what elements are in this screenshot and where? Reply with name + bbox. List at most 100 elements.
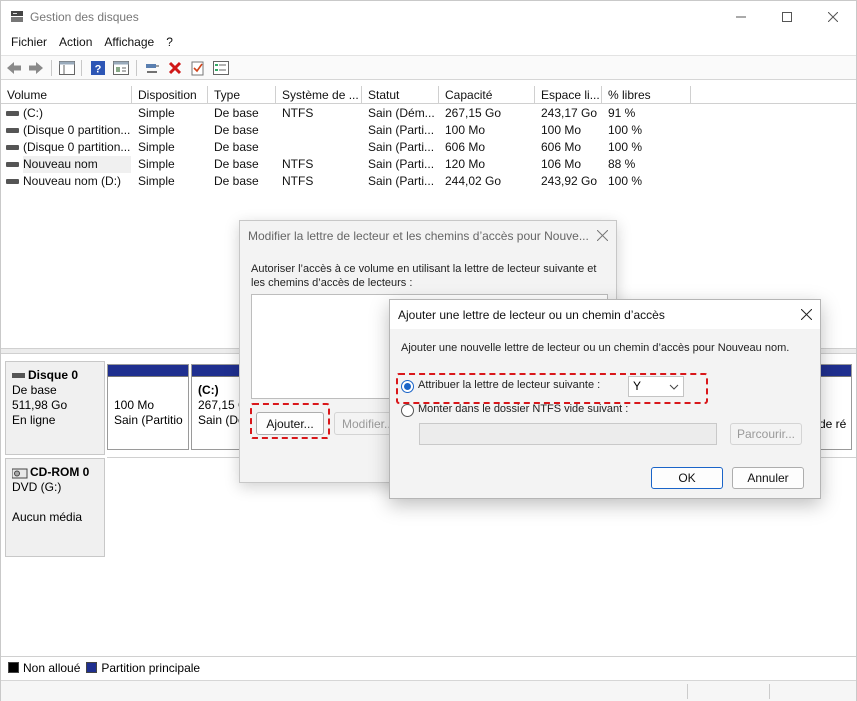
close-icon — [828, 11, 838, 22]
check-icon — [191, 61, 204, 76]
status-divider — [687, 684, 688, 699]
menu-affichage[interactable]: Affichage — [98, 32, 160, 54]
cell-free-space: 100 Mo — [541, 123, 582, 137]
cell-status: Sain (Parti... — [368, 174, 435, 188]
close-button[interactable] — [810, 1, 856, 32]
dialog-title: Ajouter une lettre de lecteur ou un chem… — [398, 308, 665, 322]
cell-free-space: 243,17 Go — [541, 106, 598, 120]
col-volume[interactable]: Volume — [1, 86, 132, 104]
legend-swatch-primary — [86, 662, 98, 673]
add-drive-letter-dialog: Ajouter une lettre de lecteur ou un chem… — [389, 299, 821, 499]
dialog-close-button[interactable] — [596, 226, 609, 245]
legend-primary: Partition principale — [101, 660, 201, 675]
disk-0-label[interactable]: Disque 0 De base 511,98 Go En ligne — [5, 361, 105, 455]
status-divider — [769, 684, 770, 699]
cell-percent-free: 100 % — [608, 174, 643, 188]
table-row[interactable]: Nouveau nom (D:) Simple De base NTFS Sai… — [1, 173, 691, 190]
col-free-space[interactable]: Espace li... — [535, 86, 602, 104]
cell-type: De base — [214, 157, 259, 171]
help-button[interactable]: ? — [89, 59, 107, 77]
minimize-button[interactable] — [718, 1, 764, 32]
table-row[interactable]: (C:) Simple De base NTFS Sain (Dém... 26… — [1, 105, 691, 122]
col-filesystem[interactable]: Système de ... — [276, 86, 362, 104]
mount-folder-radio[interactable] — [401, 404, 414, 417]
dialog-description: Ajouter une nouvelle lettre de lecteur o… — [401, 342, 790, 354]
cell-disposition: Simple — [138, 106, 175, 120]
drive-icon — [6, 111, 19, 116]
menu-help[interactable]: ? — [160, 32, 179, 54]
dialog-description: Autoriser l’accès à ce volume en utilisa… — [251, 263, 597, 289]
menu-fichier[interactable]: Fichier — [5, 32, 53, 54]
disk-0-size: 511,98 Go — [12, 398, 68, 412]
table-row[interactable]: (Disque 0 partition... Simple De base Sa… — [1, 122, 691, 139]
cell-status: Sain (Dém... — [368, 106, 435, 120]
drive-icon — [6, 128, 19, 133]
col-percent-free[interactable]: % libres — [602, 86, 691, 104]
dialog-close-button[interactable] — [800, 305, 813, 324]
console-tree-icon — [59, 61, 75, 75]
cell-type: De base — [214, 123, 259, 137]
cell-volume: Nouveau nom — [23, 156, 131, 173]
table-row[interactable]: (Disque 0 partition... Simple De base Sa… — [1, 139, 691, 156]
connect-button[interactable] — [143, 59, 161, 77]
cell-volume: (Disque 0 partition... — [23, 140, 131, 154]
delete-button[interactable] — [166, 59, 184, 77]
cell-filesystem: NTFS — [282, 157, 314, 171]
back-button[interactable] — [5, 59, 23, 77]
cdrom-0-label[interactable]: CD-ROM 0 DVD (G:) Aucun média — [5, 458, 105, 557]
col-capacity[interactable]: Capacité — [439, 86, 535, 104]
list-button[interactable] — [212, 59, 230, 77]
check-button[interactable] — [189, 59, 207, 77]
folder-path-input[interactable] — [419, 423, 717, 445]
cancel-button[interactable]: Annuler — [732, 467, 804, 489]
back-icon — [7, 62, 21, 74]
col-disposition[interactable]: Disposition — [132, 86, 208, 104]
forward-button[interactable] — [27, 59, 45, 77]
legend-swatch-unallocated — [8, 662, 19, 673]
help-icon: ? — [91, 61, 105, 76]
drive-icon — [6, 179, 19, 184]
minimize-icon — [736, 16, 746, 17]
col-type[interactable]: Type — [208, 86, 276, 104]
browse-button[interactable]: Parcourir... — [730, 423, 802, 445]
cell-disposition: Simple — [138, 123, 175, 137]
cell-percent-free: 91 % — [608, 106, 636, 120]
cell-disposition: Simple — [138, 174, 175, 188]
partition-system[interactable]: 100 Mo Sain (Partitio — [107, 364, 189, 450]
connect-icon — [146, 64, 159, 73]
cell-status: Sain (Parti... — [368, 157, 435, 171]
cell-percent-free: 100 % — [608, 123, 643, 137]
legend-unallocated: Non alloué — [23, 660, 81, 675]
cdrom-0-media: Aucun média — [12, 510, 83, 524]
disk-0-state: En ligne — [12, 413, 56, 427]
cdrom-0-name-row: CD-ROM 0 — [11, 465, 98, 480]
assign-letter-label: Attribuer la lettre de lecteur suivante … — [418, 379, 601, 391]
ok-button[interactable]: OK — [651, 467, 723, 489]
partition-system-text: 100 Mo Sain (Partitio — [108, 377, 188, 428]
drive-letter-select[interactable]: Y — [628, 376, 684, 397]
menu-action[interactable]: Action — [53, 32, 98, 54]
properties-button[interactable] — [112, 59, 130, 77]
table-row[interactable]: Nouveau nom Simple De base NTFS Sain (Pa… — [1, 156, 691, 173]
assign-letter-radio[interactable] — [401, 380, 414, 393]
close-icon — [596, 229, 609, 242]
cell-disposition: Simple — [138, 157, 175, 171]
toolbar: ? — [1, 55, 856, 80]
cell-free-space: 243,92 Go — [541, 174, 598, 188]
cell-volume: Nouveau nom (D:) — [23, 174, 122, 188]
col-status[interactable]: Statut — [362, 86, 439, 104]
partition-status: Sain (Partitio — [114, 413, 183, 427]
list-icon — [213, 61, 229, 75]
add-button[interactable]: Ajouter... — [256, 412, 324, 435]
cell-free-space: 606 Mo — [541, 140, 582, 154]
maximize-button[interactable] — [764, 1, 810, 32]
window-title: Gestion des disques — [30, 10, 139, 24]
cell-capacity: 100 Mo — [445, 123, 486, 137]
partition-recovery[interactable]: de ré — [816, 364, 852, 450]
chevron-down-icon — [669, 377, 679, 403]
toolbar-separator — [136, 60, 137, 76]
partition-bar — [108, 365, 188, 377]
console-tree-button[interactable] — [58, 59, 76, 77]
delete-icon — [168, 61, 182, 75]
partition-bar — [817, 365, 851, 377]
